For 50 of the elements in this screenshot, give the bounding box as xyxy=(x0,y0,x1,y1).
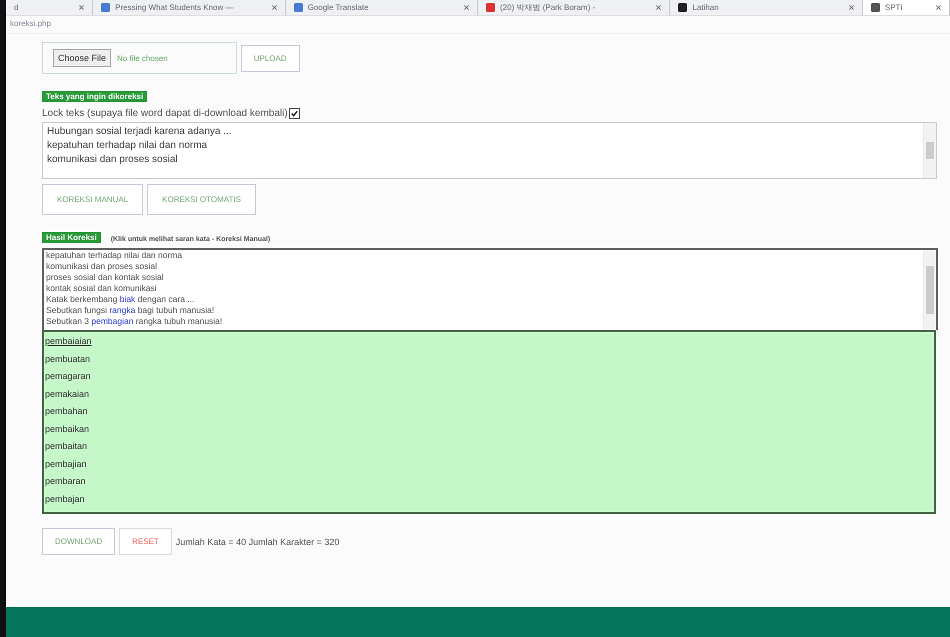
suggestion-item[interactable]: pembajan xyxy=(44,490,85,508)
suggestion-item[interactable]: pembajian xyxy=(44,456,87,473)
suggestion-item[interactable]: pembaitan xyxy=(44,438,88,456)
stats-text: Jumlah Kata = 40 Jumlah Karakter = 320 xyxy=(176,536,340,546)
result-line: kontak sosial dan komunikasi xyxy=(46,283,158,294)
close-icon[interactable] xyxy=(79,5,84,10)
browser-tab[interactable]: Latihan xyxy=(670,0,863,15)
browser-tab[interactable]: SPTI xyxy=(862,0,950,15)
close-icon[interactable] xyxy=(848,5,854,10)
suggestion-item[interactable]: pembaikan xyxy=(44,420,90,438)
text-line: Hubungan sosial terjadi karena adanya ... xyxy=(47,125,233,139)
text-line: kepatuhan terhadap nilai dan norma xyxy=(47,139,208,153)
browser-tab[interactable]: Google Translate xyxy=(286,0,478,15)
result-line: Sebutkan fungsi rangka bagi tubuh manusia! xyxy=(46,305,216,316)
section-badge: Hasil Koreksi xyxy=(42,232,101,243)
result-line: kepatuhan terhadap nilai dan norma xyxy=(46,250,184,261)
choose-file-button[interactable]: Choose File xyxy=(53,49,112,67)
result-line: proses sosial dan kontak sosial xyxy=(46,272,165,283)
close-icon[interactable] xyxy=(656,5,662,10)
file-input[interactable]: Choose File No file chosen xyxy=(42,42,237,74)
browser-tab[interactable]: d xyxy=(6,0,94,15)
section-badge: Teks yang ingin dikoreksi xyxy=(42,91,148,102)
lock-checkbox[interactable] xyxy=(288,108,300,119)
tab-favicon-icon xyxy=(870,3,880,12)
file-status-text: No file chosen xyxy=(117,54,168,62)
result-line: Katak berkembang biak dengan cara ... xyxy=(46,294,196,305)
close-icon[interactable] xyxy=(936,5,942,10)
result-text-area[interactable] xyxy=(42,248,938,330)
tab-favicon-icon xyxy=(294,3,303,12)
suggestion-item[interactable]: pembahan xyxy=(44,403,88,420)
lock-label: Lock teks (supaya file word dapat di-download kembali) xyxy=(42,108,288,119)
text-line: komunikasi dan proses sosial xyxy=(47,153,179,167)
suggestion-item[interactable]: pemagaran xyxy=(44,368,91,386)
result-line: komunikasi dan proses sosial xyxy=(46,261,158,272)
scrollbar[interactable] xyxy=(923,250,936,330)
tab-favicon-icon xyxy=(678,3,688,12)
tab-favicon-icon xyxy=(101,3,110,12)
result-line: Sebutkan 3 pembagian rangka tubuh manusia! xyxy=(46,316,224,327)
close-icon[interactable] xyxy=(272,5,277,10)
close-icon[interactable] xyxy=(464,5,470,10)
suggestion-item[interactable]: pembuatan xyxy=(44,350,90,368)
suggestion-item[interactable]: pembaran xyxy=(44,473,86,490)
scrollbar[interactable] xyxy=(923,123,936,178)
tab-favicon-icon xyxy=(486,3,496,12)
suggestion-item[interactable]: pembaiaian xyxy=(44,333,92,350)
input-text-area[interactable]: Hubungan sosial terjadi karena adanya ... kepatuhan terhadap nilai dan norma komunikasi dan proses sosial xyxy=(42,122,937,179)
browser-tab[interactable]: (20) 박재범 (Park Boram) - xyxy=(478,0,670,15)
address-text[interactable]: koreksi.php xyxy=(10,19,51,28)
browser-tab[interactable]: Pressing What Students Know — xyxy=(93,0,286,15)
suggestion-item[interactable]: pemakaian xyxy=(44,386,90,403)
